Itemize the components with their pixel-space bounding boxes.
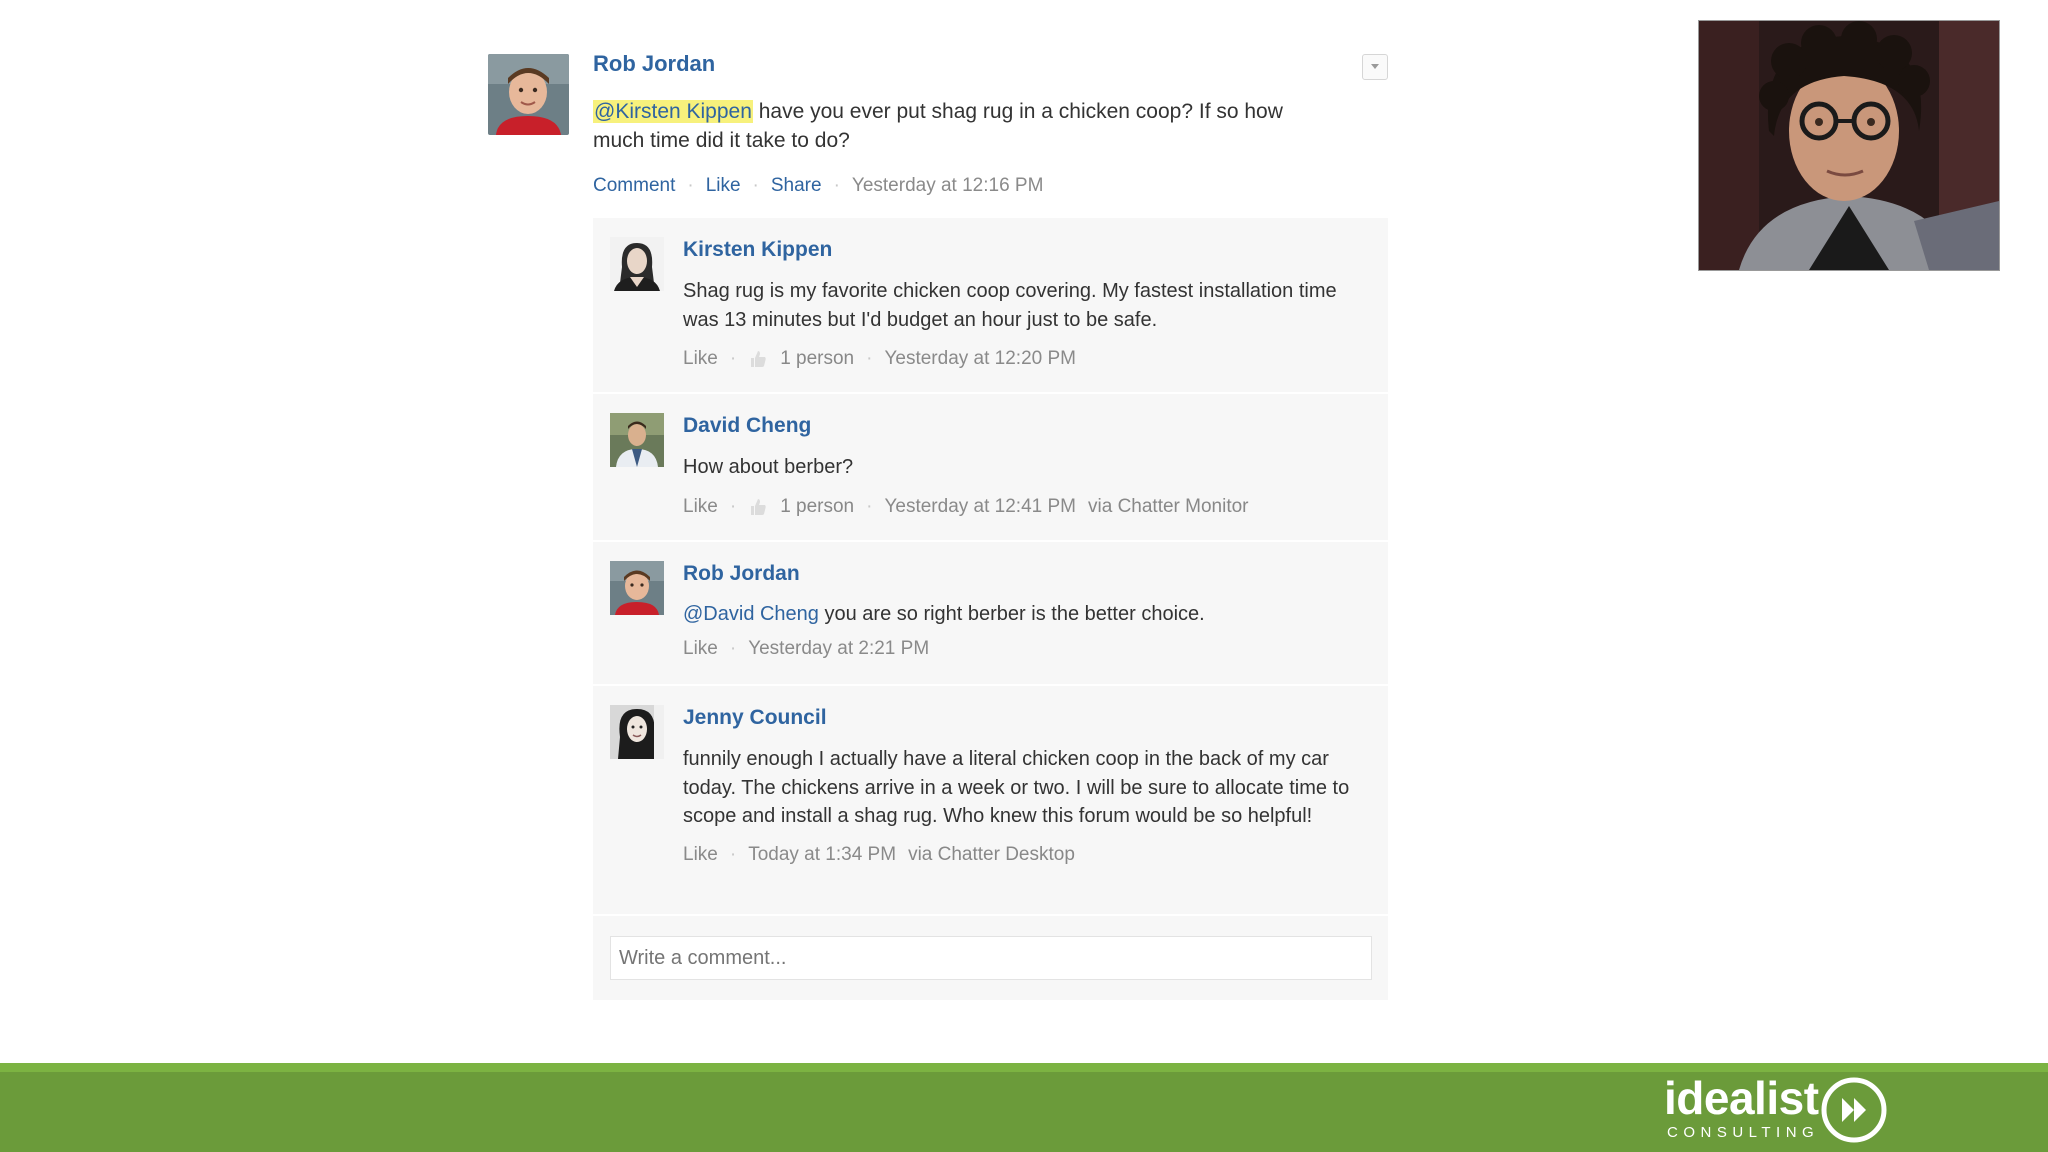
footer-accent-line bbox=[0, 1063, 2048, 1072]
comment-link[interactable]: Comment bbox=[593, 175, 675, 196]
separator: · bbox=[687, 175, 694, 196]
avatar[interactable] bbox=[610, 705, 664, 759]
avatar[interactable] bbox=[610, 561, 664, 615]
like-link[interactable]: Like bbox=[683, 638, 718, 660]
comment-meta: Like · Yesterday at 2:21 PM bbox=[683, 638, 1363, 660]
mention-link[interactable]: @David Cheng bbox=[683, 603, 819, 625]
separator: · bbox=[729, 637, 737, 659]
comment-timestamp[interactable]: Yesterday at 12:41 PM bbox=[884, 496, 1076, 518]
separator: · bbox=[866, 495, 873, 517]
avatar[interactable] bbox=[610, 237, 664, 291]
comment-text: funnily enough I actually have a literal… bbox=[683, 748, 1350, 827]
like-link[interactable]: Like bbox=[706, 175, 741, 196]
like-link[interactable]: Like bbox=[683, 348, 718, 370]
comment-meta: Like · 1 person · Yesterday at 12:20 PM bbox=[683, 348, 1363, 370]
comment-item: Rob Jordan @David Cheng you are so right… bbox=[593, 542, 1388, 686]
dropdown-arrow-icon bbox=[1371, 64, 1379, 69]
comment-meta: Like · 1 person · Yesterday at 12:41 PM … bbox=[683, 496, 1363, 518]
comment-author-link[interactable]: David Cheng bbox=[683, 414, 1363, 438]
separator: · bbox=[729, 348, 737, 369]
comment-text: Shag rug is my favorite chicken coop cov… bbox=[683, 280, 1337, 331]
comment-item: David Cheng How about berber? Like · 1 p… bbox=[593, 394, 1388, 542]
comment-text: How about berber? bbox=[683, 456, 854, 478]
separator: · bbox=[866, 348, 873, 369]
via-source: via Chatter Desktop bbox=[908, 843, 1075, 865]
avatar[interactable] bbox=[610, 413, 664, 467]
comment-message: you are so right berber is the better ch… bbox=[818, 603, 1205, 625]
comment-timestamp[interactable]: Yesterday at 12:20 PM bbox=[884, 348, 1076, 370]
avatar[interactable] bbox=[488, 54, 569, 135]
thumbs-up-icon bbox=[748, 349, 768, 369]
comment-author-link[interactable]: Kirsten Kippen bbox=[683, 238, 1363, 262]
play-forward-icon bbox=[1821, 1077, 1887, 1143]
post-text: @Kirsten Kippen have you ever put shag r… bbox=[593, 97, 1323, 155]
post-author-link[interactable]: Rob Jordan bbox=[593, 52, 1388, 76]
comment-author-link[interactable]: Rob Jordan bbox=[683, 562, 1363, 586]
divider bbox=[593, 914, 1388, 916]
comment-meta: Like · Today at 1:34 PM via Chatter Desk… bbox=[683, 844, 1363, 866]
comment-input[interactable] bbox=[610, 936, 1372, 980]
mention-link[interactable]: @Kirsten Kippen bbox=[593, 100, 753, 123]
likes-count-link[interactable]: 1 person bbox=[780, 348, 854, 370]
comment-item: Jenny Council funnily enough I actually … bbox=[593, 686, 1388, 916]
logo-subtitle: CONSULTING bbox=[1667, 1124, 1820, 1141]
post-timestamp[interactable]: Yesterday at 12:16 PM bbox=[852, 175, 1044, 196]
idealist-logo: idealist CONSULTING bbox=[1664, 1074, 1894, 1146]
separator: · bbox=[752, 175, 759, 196]
comment-author-link[interactable]: Jenny Council bbox=[683, 706, 1363, 730]
via-source: via Chatter Monitor bbox=[1088, 495, 1249, 517]
comment-timestamp[interactable]: Yesterday at 2:21 PM bbox=[748, 638, 929, 660]
presenter-video bbox=[1698, 20, 2000, 271]
separator: · bbox=[729, 843, 737, 865]
post-menu-button[interactable] bbox=[1362, 54, 1388, 80]
like-link[interactable]: Like bbox=[683, 844, 718, 866]
separator: · bbox=[729, 495, 737, 517]
comment-text: @David Cheng you are so right berber is … bbox=[683, 600, 1363, 629]
separator: · bbox=[833, 175, 840, 196]
post-actions: Comment · Like · Share · Yesterday at 12:16 PM bbox=[593, 175, 1388, 197]
like-link[interactable]: Like bbox=[683, 496, 718, 518]
share-link[interactable]: Share bbox=[771, 175, 822, 196]
comment-item: Kirsten Kippen Shag rug is my favorite c… bbox=[593, 218, 1388, 394]
comment-thread: Kirsten Kippen Shag rug is my favorite c… bbox=[593, 218, 1388, 1000]
likes-count-link[interactable]: 1 person bbox=[780, 496, 854, 518]
logo-wordmark: idealist bbox=[1664, 1072, 1819, 1124]
comment-timestamp[interactable]: Today at 1:34 PM bbox=[748, 844, 896, 866]
thumbs-up-icon bbox=[748, 497, 768, 517]
